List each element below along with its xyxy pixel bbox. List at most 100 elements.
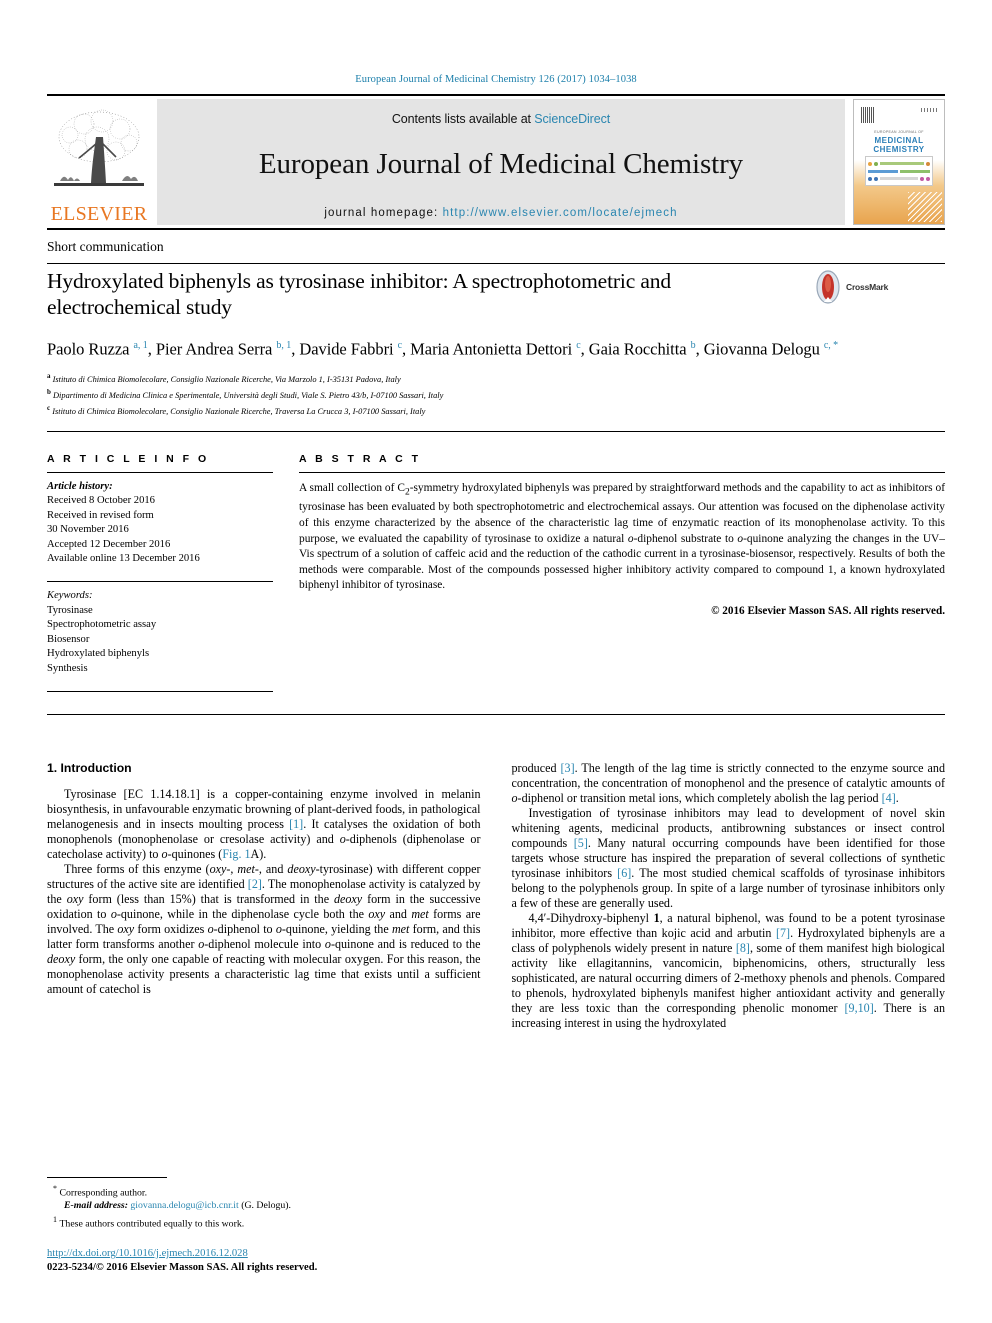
article-history-label: Article history: xyxy=(47,480,113,492)
homepage-prefix: journal homepage: xyxy=(324,207,443,219)
masthead-container: ELSEVIER Contents lists available at Sci… xyxy=(47,94,945,230)
cover-bar xyxy=(868,169,898,173)
keyword-item: Synthesis xyxy=(47,663,88,675)
cover-journal-name: MEDICINAL CHEMISTRY xyxy=(854,136,944,154)
doi-link[interactable]: http://dx.doi.org/10.1016/j.ejmech.2016.… xyxy=(47,1247,472,1261)
email-address-label: E-mail address: xyxy=(64,1200,128,1212)
elsevier-tree-icon xyxy=(54,109,144,186)
masthead-bottom-rule xyxy=(47,228,945,230)
article-header: Short communication Hydroxylated bipheny… xyxy=(47,239,945,432)
abstract-heading: A B S T R A C T xyxy=(299,452,421,465)
email-owner: (G. Delogu). xyxy=(241,1200,291,1212)
keyword-item: Spectrophotometric assay xyxy=(47,619,157,631)
cover-dot xyxy=(868,161,872,166)
body-right-column: produced [3]. The length of the lag time… xyxy=(512,761,946,1031)
author-list: Paolo Ruzza a, 1, Pier Andrea Serra b, 1… xyxy=(47,339,839,359)
cover-diagonal-lines xyxy=(908,192,942,222)
intro-left-text: Tyrosinase [EC 1.14.18.1] is a copper-co… xyxy=(47,787,481,997)
running-head: European Journal of Medicinal Chemistry … xyxy=(355,74,637,85)
footnote-asterisk: * xyxy=(53,1183,57,1193)
cover-bar xyxy=(880,177,918,180)
info-abstract-section: A R T I C L E I N F O Article history: R… xyxy=(47,443,945,715)
cover-figure xyxy=(865,156,933,186)
abstract-text: A small collection of C2-symmetry hydrox… xyxy=(299,473,945,594)
affiliation-line: c Istituto di Chimica Biomolecolare, Con… xyxy=(47,403,426,416)
journal-cover-thumbnail: EUROPEAN JOURNAL OF MEDICINAL CHEMISTRY xyxy=(853,99,945,225)
contents-prefix: Contents lists available at xyxy=(391,112,535,126)
body-paragraph: 4,4′-Dihydroxy-biphenyl 1, a natural bip… xyxy=(511,910,946,1030)
keywords-label: Keywords: xyxy=(47,590,93,602)
email-address-link[interactable]: giovanna.delogu@icb.cnr.it xyxy=(130,1200,238,1211)
footnote-rule xyxy=(47,1176,167,1178)
footnotes-block: * Corresponding author. E-mail address: … xyxy=(47,1176,472,1275)
journal-homepage-line: journal homepage: http://www.elsevier.co… xyxy=(324,207,677,219)
cover-bar xyxy=(900,169,930,173)
homepage-url-link[interactable]: http://www.elsevier.com/locate/ejmech xyxy=(443,207,678,219)
cover-figure-row xyxy=(868,176,930,182)
cover-line-chemistry: CHEMISTRY xyxy=(873,145,925,154)
footnote-marker-1: 1 xyxy=(53,1214,57,1224)
cover-topright-marks xyxy=(921,108,937,112)
abstract-copyright: © 2016 Elsevier Masson SAS. All rights r… xyxy=(711,604,945,617)
section-heading-introduction: 1. Introduction xyxy=(47,760,132,775)
affiliation-line: b Dipartimento di Medicina Clinica e Spe… xyxy=(47,387,444,400)
abstract-bottom-rule xyxy=(47,713,945,715)
footnote-equal-text: These authors contributed equally to thi… xyxy=(59,1217,245,1229)
cover-dot xyxy=(920,176,924,181)
body-left-column: 1. Introduction Tyrosinase [EC 1.14.18.1… xyxy=(47,761,481,1031)
footnote-email: E-mail address: giovanna.delogu@icb.cnr.… xyxy=(47,1199,472,1212)
article-type-label: Short communication xyxy=(47,239,164,254)
body-paragraph: produced [3]. The length of the lag time… xyxy=(511,760,946,805)
cover-line-medicinal: MEDICINAL xyxy=(874,136,924,145)
body-paragraph: Three forms of this enzyme (oxy-, met-, … xyxy=(47,861,481,996)
abstract-column: A B S T R A C T A small collection of C2… xyxy=(299,453,945,692)
elsevier-logo: ELSEVIER xyxy=(47,99,151,225)
page-title: Hydroxylated biphenyls as tyrosinase inh… xyxy=(47,269,671,319)
issn-copyright-line: 0223-5234/© 2016 Elsevier Masson SAS. Al… xyxy=(47,1262,318,1273)
history-line: Available online 13 December 2016 xyxy=(47,553,200,565)
article-history-block: Article history: Received 8 October 2016… xyxy=(47,473,273,568)
elsevier-wordmark: ELSEVIER xyxy=(50,203,148,225)
keyword-item: Hydroxylated biphenyls xyxy=(47,648,150,660)
cover-dot xyxy=(926,161,930,166)
crossmark-icon xyxy=(816,270,840,304)
keyword-item: Biosensor xyxy=(47,633,90,645)
article-info-heading: A R T I C L E I N F O xyxy=(47,452,210,465)
cover-dot xyxy=(874,161,878,166)
masthead-top-rule xyxy=(47,94,945,96)
journal-band: Contents lists available at ScienceDirec… xyxy=(157,99,845,225)
history-line: Received in revised form xyxy=(47,509,154,521)
cover-figure-row xyxy=(868,161,930,167)
journal-title: European Journal of Medicinal Chemistry xyxy=(258,148,744,180)
body-columns: 1. Introduction Tyrosinase [EC 1.14.18.1… xyxy=(47,761,945,1031)
cover-figure-row xyxy=(868,168,930,174)
keyword-item: Tyrosinase xyxy=(47,604,93,616)
sciencedirect-link[interactable]: ScienceDirect xyxy=(534,112,610,126)
crossmark-label: CrossMark xyxy=(846,282,889,292)
header-bottom-rule xyxy=(47,430,945,432)
body-paragraph: Tyrosinase [EC 1.14.18.1] is a copper-co… xyxy=(47,786,481,861)
footnote-corresponding-author: * Corresponding author. xyxy=(47,1182,472,1199)
contents-lists-line: Contents lists available at ScienceDirec… xyxy=(392,112,610,126)
cover-bar xyxy=(880,162,924,165)
keywords-block: Keywords: Tyrosinase Spectrophotometric … xyxy=(47,582,273,677)
doi-block: http://dx.doi.org/10.1016/j.ejmech.2016.… xyxy=(47,1247,472,1275)
intro-right-text: produced [3]. The length of the lag time… xyxy=(512,761,946,1031)
body-paragraph: Investigation of tyrosinase inhibitors m… xyxy=(511,805,946,910)
history-line: Received 8 October 2016 xyxy=(47,495,155,507)
affiliation-line: a Istituto di Chimica Biomolecolare, Con… xyxy=(47,371,401,384)
cover-dot xyxy=(926,176,930,181)
affiliations: a Istituto di Chimica Biomolecolare, Con… xyxy=(47,370,945,418)
article-info-column: A R T I C L E I N F O Article history: R… xyxy=(47,453,299,692)
footnote-corresponding-text: Corresponding author. xyxy=(59,1187,148,1199)
footnote-equal-contribution: 1 These authors contributed equally to t… xyxy=(47,1213,472,1230)
info-abstract-row: A R T I C L E I N F O Article history: R… xyxy=(47,443,945,692)
paper-page: European Journal of Medicinal Chemistry … xyxy=(0,0,992,1323)
masthead: ELSEVIER Contents lists available at Sci… xyxy=(47,99,945,225)
cover-dot xyxy=(874,176,878,181)
title-row: Hydroxylated biphenyls as tyrosinase inh… xyxy=(47,264,945,320)
keywords-bottom-rule xyxy=(47,690,273,692)
crossmark-badge[interactable]: CrossMark xyxy=(813,270,888,304)
history-line: 30 November 2016 xyxy=(47,524,129,536)
cover-journal-prefix: EUROPEAN JOURNAL OF xyxy=(874,130,924,134)
